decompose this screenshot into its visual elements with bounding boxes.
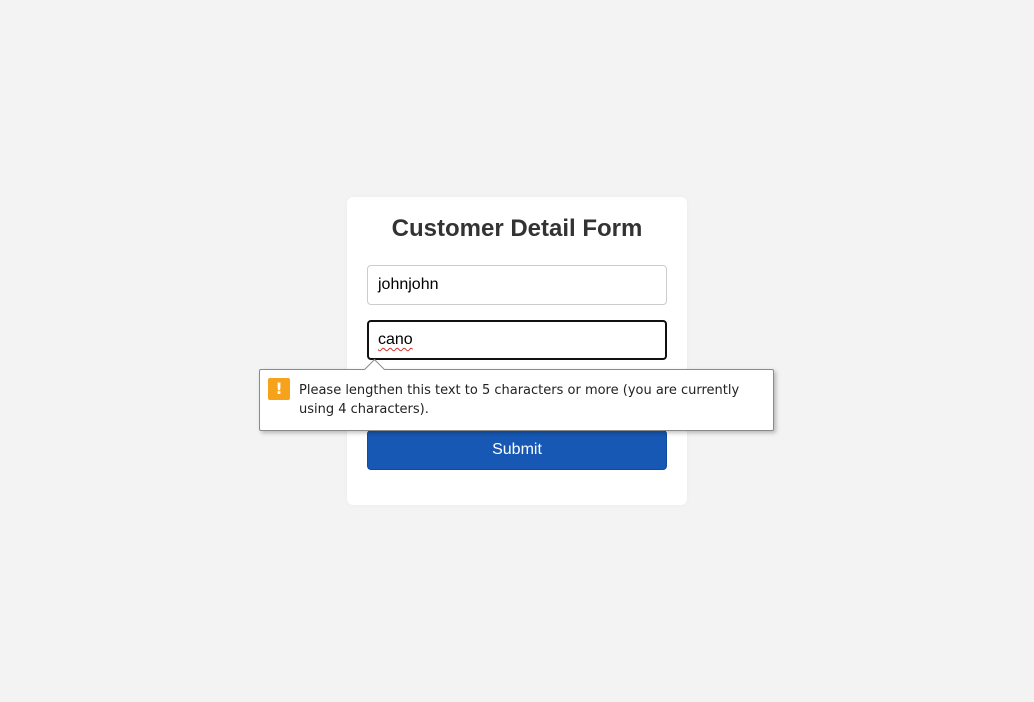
username-input-value: johnjohn: [378, 276, 439, 293]
text-input-focused[interactable]: cano: [367, 320, 667, 360]
text-input-value: cano: [378, 331, 413, 348]
form-title: Customer Detail Form: [391, 215, 643, 242]
warning-icon: !: [268, 378, 290, 400]
validation-tooltip: ! Please lengthen this text to 5 charact…: [259, 358, 774, 431]
username-input[interactable]: johnjohn: [367, 265, 667, 305]
customer-form-card: Customer Detail Form johnjohn cano Submi…: [347, 197, 687, 505]
submit-button[interactable]: Submit: [367, 430, 667, 470]
validation-message: Please lengthen this text to 5 character…: [299, 383, 740, 417]
